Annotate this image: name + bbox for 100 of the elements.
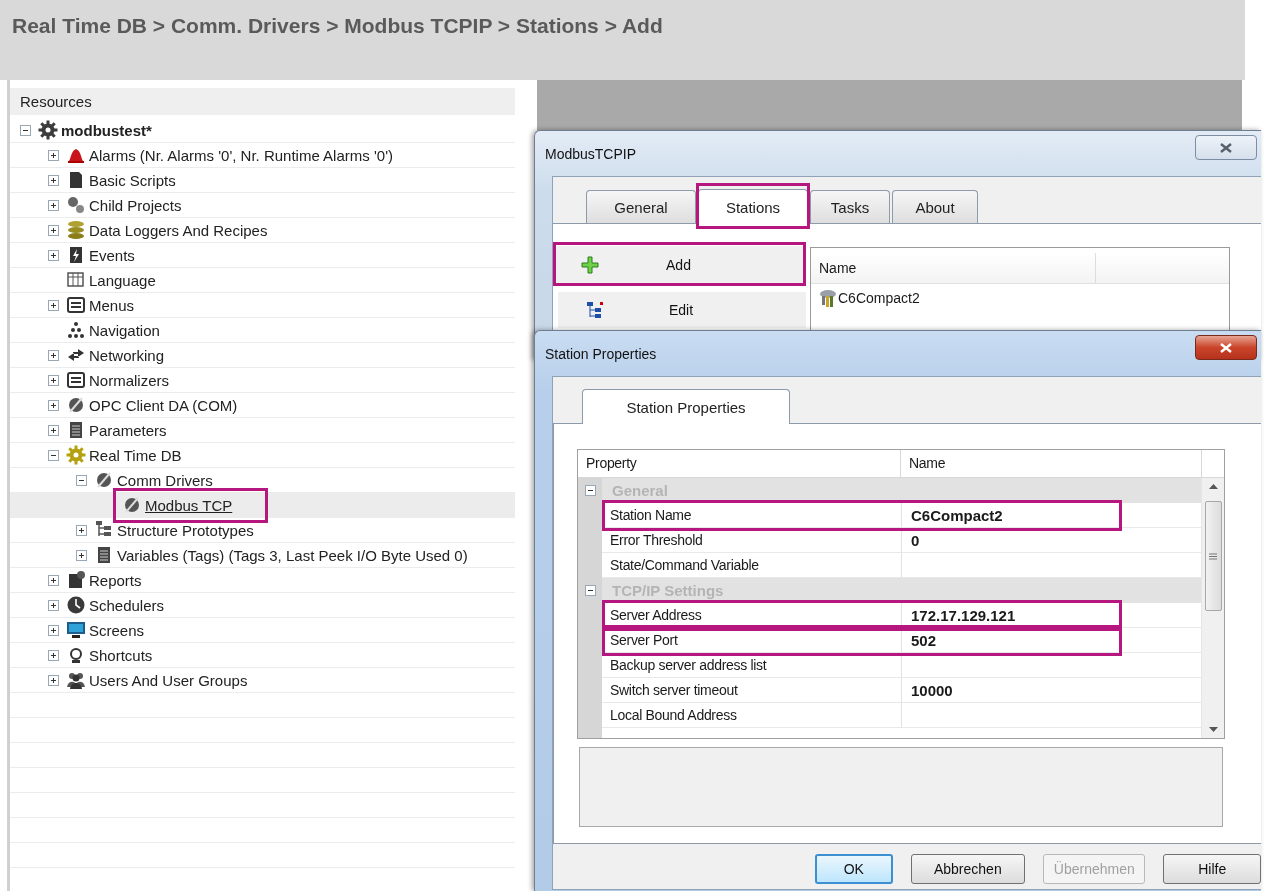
plug-icon (66, 395, 86, 415)
tree-item-label: Variables (Tags) (Tags 3, Last Peek I/O Byte Used 0) (117, 546, 468, 564)
scroll-up-icon (1208, 484, 1218, 489)
expand-toggle[interactable] (48, 574, 59, 586)
tree-item-label: Reports (89, 571, 142, 589)
tree-item-label: Alarms (Nr. Alarms '0', Nr. Runtime Alarms '0') (89, 146, 393, 164)
tree-item[interactable]: Language (10, 268, 515, 293)
expand-toggle[interactable] (48, 199, 59, 211)
page-title: Real Time DB > Comm. Drivers > Modbus TCPIP > Stations > Add (12, 14, 663, 37)
tree-item[interactable]: Data Loggers And Recipes (10, 218, 515, 243)
tree-item[interactable]: OPC Client DA (COM) (10, 393, 515, 418)
expand-toggle[interactable] (48, 674, 59, 686)
expand-toggle[interactable] (48, 174, 59, 186)
expand-toggle[interactable] (584, 585, 596, 596)
database-icon (66, 220, 86, 240)
tab[interactable]: Stations (698, 189, 808, 224)
plus-icon (581, 256, 599, 274)
tree-item-label: Data Loggers And Recipes (89, 221, 268, 239)
tree-item-label: Child Projects (89, 196, 182, 214)
tree-item-label: Structure Prototypes (117, 521, 254, 539)
expand-toggle[interactable] (48, 424, 59, 436)
expand-toggle[interactable] (48, 624, 59, 636)
expand-toggle[interactable] (48, 399, 59, 411)
column-header: Name (901, 450, 1202, 477)
tree-item[interactable]: Structure Prototypes (10, 518, 515, 543)
property-name: Station Name (602, 503, 902, 528)
tree-item[interactable]: Real Time DB (10, 443, 515, 468)
expand-toggle[interactable] (76, 524, 87, 536)
tab[interactable]: About (892, 190, 978, 223)
action-button[interactable]: Add (553, 246, 806, 284)
tree-item-label: Screens (89, 621, 145, 639)
tree-item[interactable]: Normalizers (10, 368, 515, 393)
tree-item[interactable]: Schedulers (10, 593, 515, 618)
panel-header: Resources (10, 88, 515, 115)
monitor-icon (66, 620, 86, 640)
expand-toggle[interactable] (48, 249, 59, 261)
expand-toggle[interactable] (48, 374, 59, 386)
expand-toggle[interactable] (48, 299, 59, 311)
tree-item-label: Shortcuts (89, 646, 153, 664)
expand-toggle[interactable] (584, 485, 596, 496)
tree-item[interactable]: Events (10, 243, 515, 268)
tab[interactable]: Tasks (810, 190, 890, 223)
property-name: State/Command Variable (602, 553, 902, 578)
tree-item[interactable]: Variables (Tags) (Tags 3, Last Peek I/O Byte Used 0) (10, 543, 515, 568)
hierarchy-icon (66, 320, 86, 340)
expand-toggle[interactable] (20, 124, 31, 136)
expand-toggle[interactable] (48, 224, 59, 236)
tree-item[interactable]: Basic Scripts (10, 168, 515, 193)
close-button[interactable] (1195, 135, 1257, 160)
tab[interactable]: General (586, 190, 696, 223)
list-item[interactable]: C6Compact2 (838, 290, 920, 306)
tree-item[interactable]: Child Projects (10, 193, 515, 218)
property-name: Switch server timeout (602, 678, 902, 703)
gears-icon (66, 195, 86, 215)
tree-item-label: modbustest* (61, 121, 152, 139)
action-button[interactable]: Edit (558, 292, 806, 328)
scroll-down-icon (1208, 727, 1218, 732)
tree-item[interactable]: Networking (10, 343, 515, 368)
close-icon (1220, 342, 1232, 353)
tree-item[interactable]: Menus (10, 293, 515, 318)
server-icon (818, 288, 838, 308)
tree-item-label: Normalizers (89, 371, 169, 389)
dialog-button[interactable]: Abbrechen (910, 854, 1025, 884)
expand-toggle[interactable] (48, 449, 59, 461)
expand-toggle[interactable] (76, 549, 87, 561)
expand-toggle[interactable] (48, 149, 59, 161)
expand-toggle[interactable] (48, 649, 59, 661)
window-title: Station Properties (545, 345, 657, 362)
dialog-button[interactable]: OK (815, 854, 893, 884)
tree-item[interactable]: Parameters (10, 418, 515, 443)
tree-item-label: Schedulers (89, 596, 165, 614)
close-button[interactable] (1195, 335, 1257, 360)
tree-item[interactable]: Screens (10, 618, 515, 643)
tree-item-label: Users And User Groups (89, 671, 248, 689)
property-name: Local Bound Address (602, 703, 902, 728)
people-icon (66, 670, 86, 690)
tree-item[interactable]: Shortcuts (10, 643, 515, 668)
expand-toggle[interactable] (48, 599, 59, 611)
tree-item[interactable]: Navigation (10, 318, 515, 343)
window-title: ModbusTCPIP (545, 145, 637, 162)
close-icon (1220, 142, 1232, 153)
tab[interactable]: Station Properties (582, 389, 790, 424)
expand-toggle[interactable] (76, 474, 87, 486)
plug-icon (94, 470, 114, 490)
tree-item[interactable]: Reports (10, 568, 515, 593)
window-icon (66, 295, 86, 315)
column-header: Property (578, 450, 901, 477)
tree-item-label: Comm Drivers (117, 471, 213, 489)
tree-item-label: OPC Client DA (COM) (89, 396, 238, 414)
tree-item[interactable]: modbustest* (10, 118, 515, 143)
dialog-button[interactable]: Hilfe (1163, 854, 1261, 884)
tree-item[interactable]: Users And User Groups (10, 668, 515, 693)
tree-item[interactable]: Modbus TCP (10, 493, 515, 518)
expand-toggle[interactable] (48, 349, 59, 361)
gear-icon (66, 445, 86, 465)
tree-item[interactable]: Alarms (Nr. Alarms '0', Nr. Runtime Alarms '0') (10, 143, 515, 168)
clock-icon (66, 595, 86, 615)
gear-icon (38, 120, 58, 140)
tree-item-label: Basic Scripts (89, 171, 176, 189)
scrollbar[interactable] (1201, 478, 1224, 738)
